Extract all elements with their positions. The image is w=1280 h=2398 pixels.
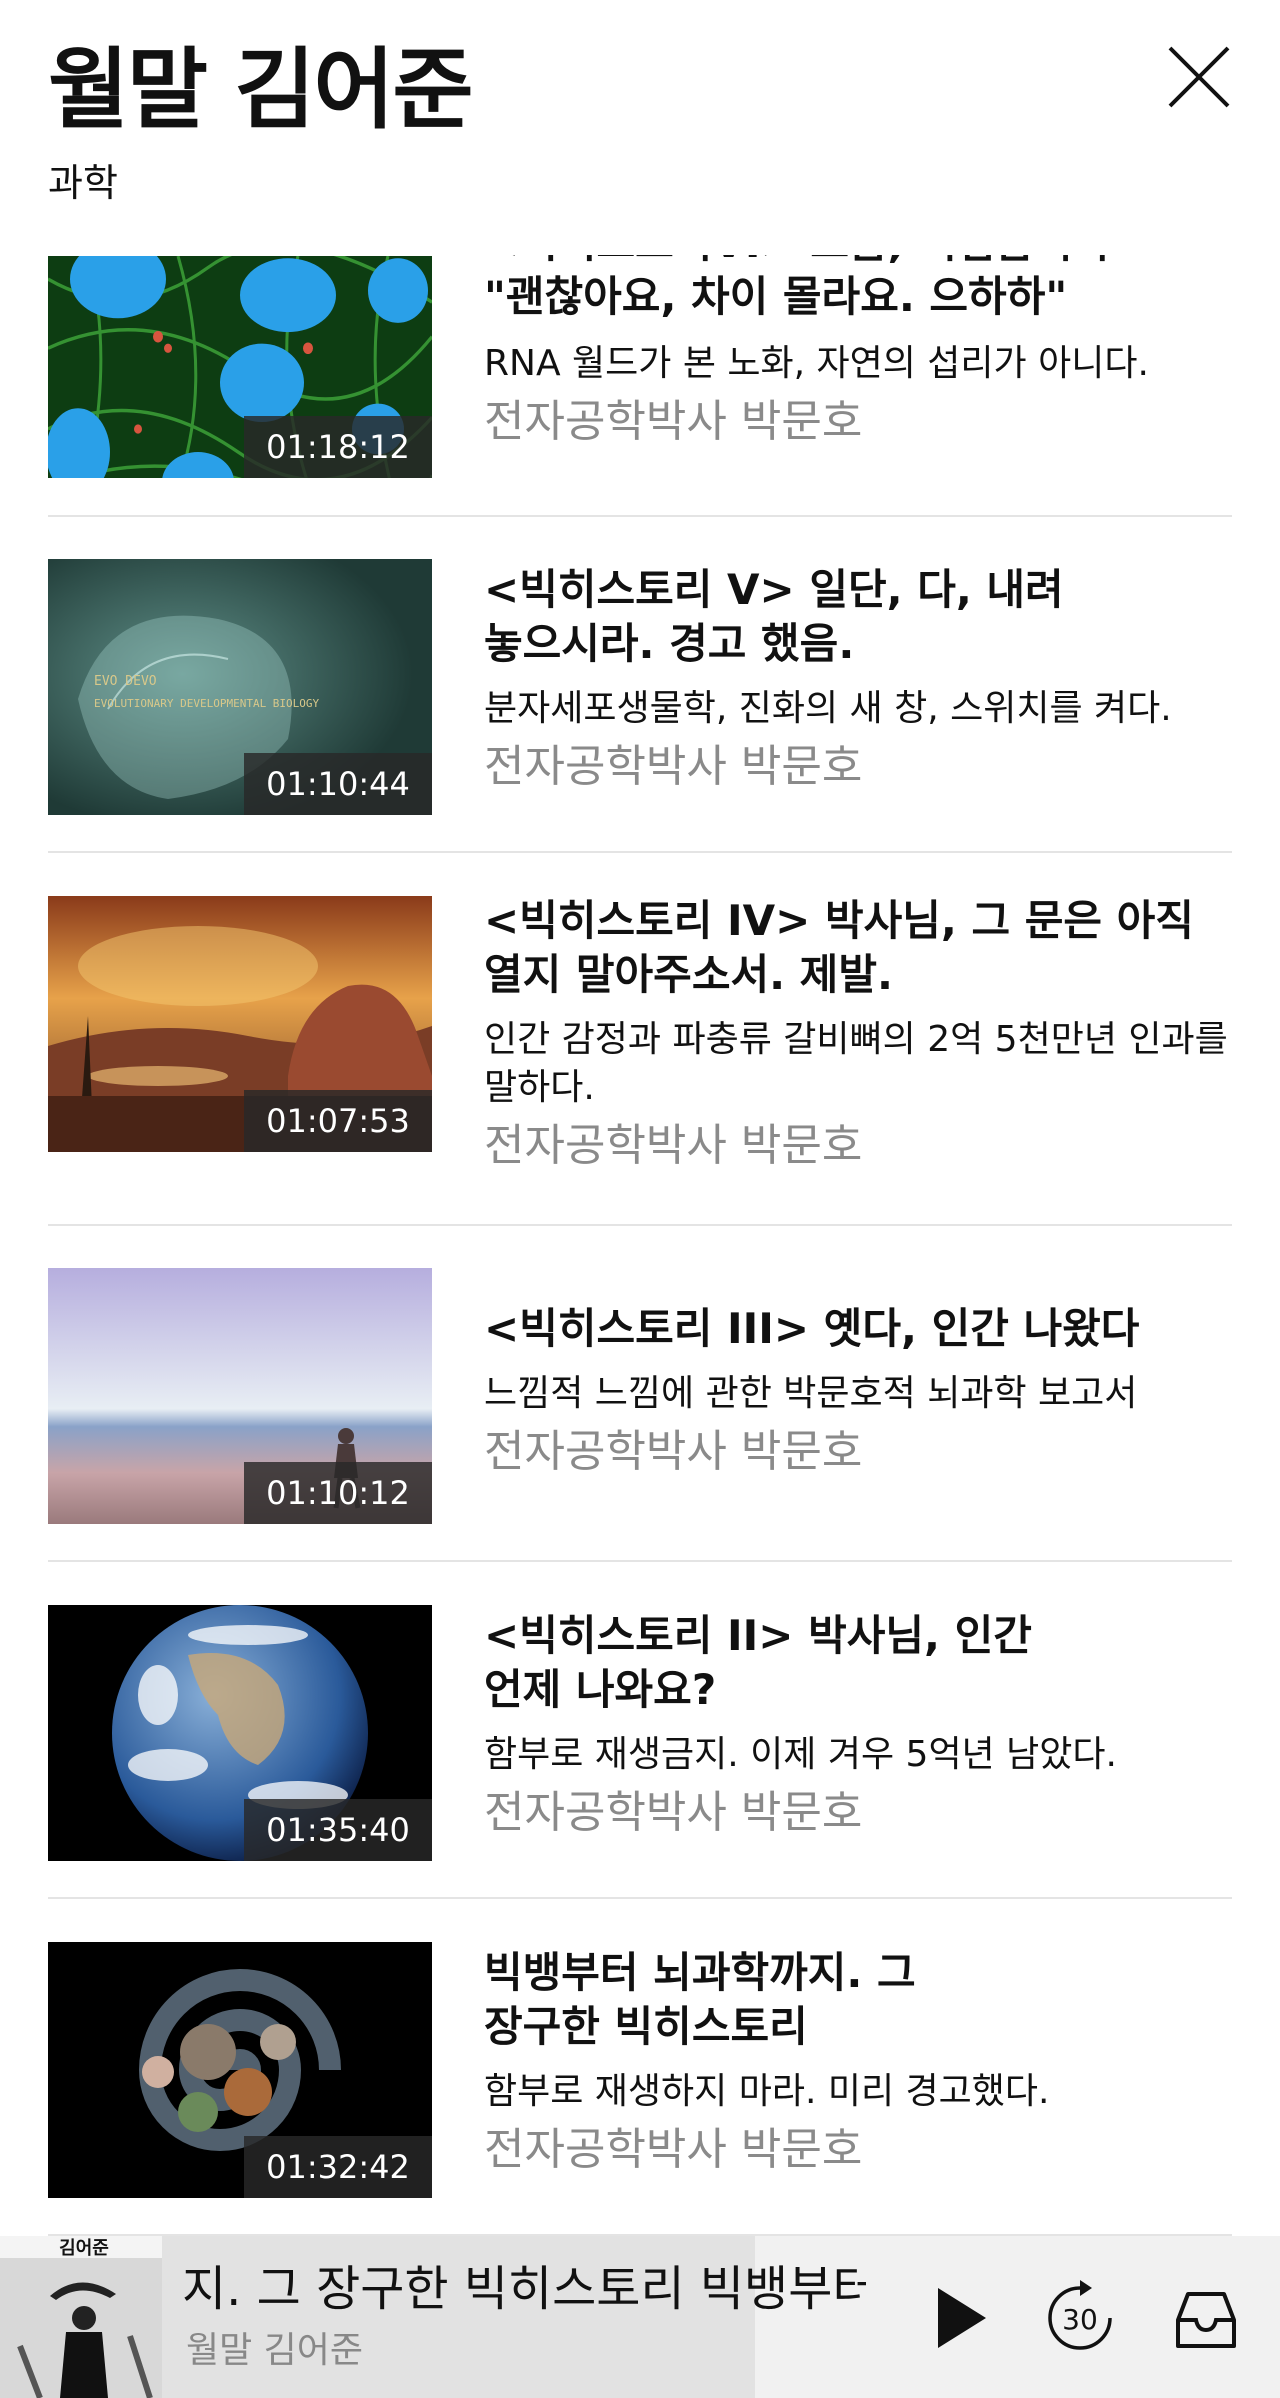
episode-text: <빅히스토리 V> 일단, 다, 내려 놓으시라. 경고 했음. 분자세포생물학… xyxy=(484,563,1234,795)
divider xyxy=(48,515,1232,517)
divider xyxy=(48,1560,1232,1562)
episode-thumbnail[interactable]: EVO DEVO EVOLUTIONARY DEVELOPMENTAL BIOL… xyxy=(48,559,432,815)
episode-text: <빅히스토리VI> 조금, 어렵습니다 "괜찮아요, 차이 몰라요. 으하하" … xyxy=(484,244,1234,450)
divider xyxy=(48,851,1232,853)
inbox-icon xyxy=(1176,2292,1236,2348)
episode-text: 빅뱅부터 뇌과학까지. 그 장구한 빅히스토리 함부로 재생하지 마라. 미리 … xyxy=(484,1946,1234,2178)
episode-text: <빅히스토리 III> 옛다, 인간 나왔다 느낌적 느낌에 관한 박문호적 뇌… xyxy=(484,1302,1234,1480)
divider xyxy=(48,1897,1232,1899)
episode-thumbnail[interactable]: 01:32:42 xyxy=(48,1942,432,2198)
episode-thumbnail[interactable]: 01:35:40 xyxy=(48,1605,432,1861)
episode-title[interactable]: <빅히스토리VI> 조금, 어렵습니다 "괜찮아요, 차이 몰라요. 으하하" xyxy=(484,244,1234,326)
episode-title[interactable]: <빅히스토리 III> 옛다, 인간 나왔다 xyxy=(484,1302,1234,1356)
album-art-image: 김어준 xyxy=(0,2236,162,2398)
episode-title[interactable]: <빅히스토리 V> 일단, 다, 내려 놓으시라. 경고 했음. xyxy=(484,563,1234,671)
episode-author: 전자공학박사 박문호 xyxy=(484,741,863,792)
skip-forward-button[interactable]: 30 xyxy=(1038,2276,1122,2360)
category-label: 과학 xyxy=(48,161,118,205)
divider xyxy=(48,1224,1232,1226)
page-header: 월말 김어준 과학 xyxy=(0,0,1280,255)
duration-badge: 01:32:42 xyxy=(244,2136,432,2198)
episode-title[interactable]: <빅히스토리 IV> 박사님, 그 문은 아직 열지 말아주소서. 제발. xyxy=(484,894,1234,1002)
episode-title[interactable]: 빅뱅부터 뇌과학까지. 그 장구한 빅히스토리 xyxy=(484,1946,1234,2054)
svg-text:EVO DEVO: EVO DEVO xyxy=(94,674,157,689)
episode-description: 함부로 재생금지. 이제 겨우 5억년 남았다. xyxy=(484,1734,1117,1775)
album-art[interactable]: 김어준 xyxy=(0,2236,162,2398)
episode-description: 분자세포생물학, 진화의 새 창, 스위치를 켜다. xyxy=(484,688,1172,729)
episode-title[interactable]: <빅히스토리 II> 박사님, 인간 언제 나와요? xyxy=(484,1609,1234,1717)
svg-text:김어준: 김어준 xyxy=(59,2238,109,2259)
episode-text: <빅히스토리 IV> 박사님, 그 문은 아직 열지 말아주소서. 제발. 인간… xyxy=(484,894,1234,1174)
episode-description: 함부로 재생하지 마라. 미리 경고했다. xyxy=(484,2071,1050,2112)
episode-description: 느낌적 느낌에 관한 박문호적 뇌과학 보고서 xyxy=(484,1373,1138,1414)
episode-author: 전자공학박사 박문호 xyxy=(484,1426,863,1477)
now-playing-show: 월말 김어준 xyxy=(186,2330,364,2371)
episode-thumbnail[interactable]: 01:10:12 xyxy=(48,1268,432,1524)
mini-player[interactable]: 김어준 지. 그 장구한 빅히스토리 빅뱅부터 뇌과학까지. 그 장구한 빅히스… xyxy=(0,2236,1280,2398)
episode-thumbnail[interactable]: 01:07:53 xyxy=(48,896,432,1152)
episode-thumbnail[interactable]: 01:18:12 xyxy=(48,256,432,478)
episode-description: 인간 감정과 파충류 갈비뼈의 2억 5천만년 인과를 말하다. xyxy=(484,1019,1228,1108)
episode-description: RNA 월드가 본 노화, 자연의 섭리가 아니다. xyxy=(484,343,1149,384)
duration-badge: 01:10:44 xyxy=(244,753,432,815)
duration-badge: 01:10:12 xyxy=(244,1462,432,1524)
now-playing-title[interactable]: 지. 그 장구한 빅히스토리 빅뱅부터 뇌과학까지. 그 장구한 빅히스토리 xyxy=(182,2254,866,2324)
close-icon[interactable] xyxy=(1166,44,1232,110)
episode-text: <빅히스토리 II> 박사님, 인간 언제 나와요? 함부로 재생금지. 이제 … xyxy=(484,1609,1234,1841)
duration-badge: 01:35:40 xyxy=(244,1799,432,1861)
forward-30-icon: 30 xyxy=(1048,2280,1112,2350)
svg-text:EVOLUTIONARY DEVELOPMENTAL BIO: EVOLUTIONARY DEVELOPMENTAL BIOLOGY xyxy=(94,697,320,710)
duration-badge: 01:07:53 xyxy=(244,1090,432,1152)
play-button[interactable] xyxy=(916,2276,1000,2360)
episode-author: 전자공학박사 박문호 xyxy=(484,1120,863,1171)
episode-author: 전자공학박사 박문호 xyxy=(484,396,863,447)
page-title: 월말 김어준 xyxy=(48,38,473,141)
svg-text:30: 30 xyxy=(1062,2303,1098,2336)
episode-author: 전자공학박사 박문호 xyxy=(484,1787,863,1838)
play-icon xyxy=(938,2288,986,2348)
inbox-button[interactable] xyxy=(1164,2276,1248,2360)
episode-author: 전자공학박사 박문호 xyxy=(484,2124,863,2175)
duration-badge: 01:18:12 xyxy=(244,416,432,478)
